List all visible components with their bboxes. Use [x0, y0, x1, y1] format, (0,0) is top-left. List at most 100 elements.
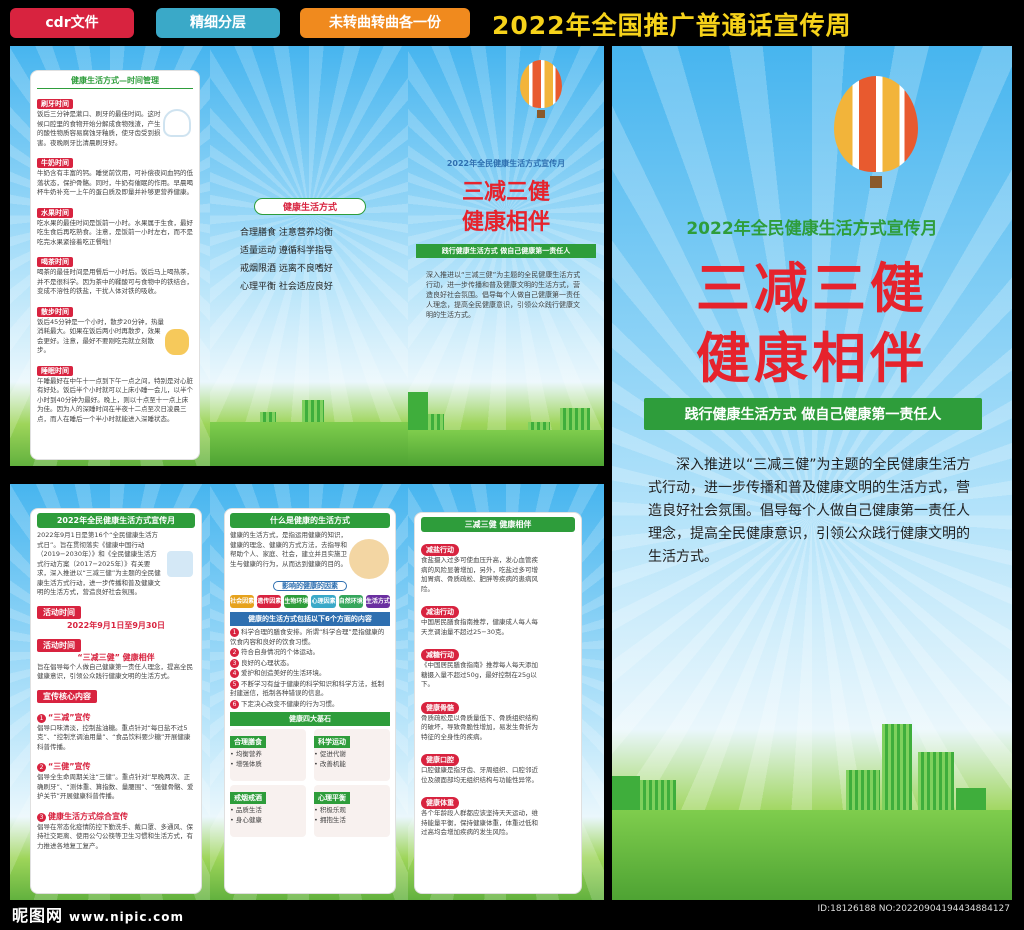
sanjian-text: 口腔健康是指牙齿、牙周组织、口腔邻近位及颌面部均无组织结构与功能性异常。	[421, 766, 538, 784]
sanjian-item: 健康口腔 口腔健康是指牙齿、牙周组织、口腔邻近位及颌面部均无组织结构与功能性异常。	[421, 747, 575, 785]
cover-small-slogan: 践行健康生活方式 做自己健康第一责任人	[416, 244, 596, 258]
time-text: 饭后三分钟是漱口、刷牙的最佳时间。这时候口腔里的食物开始分解成食物残渣，产生的酸…	[37, 110, 161, 147]
six-item: 3 良好的心理状态。	[230, 658, 390, 669]
stone-mental: 心理平衡 • 积极乐观 • 拥抱生活	[314, 785, 390, 837]
top-banner: cdr文件 精细分层 未转曲转曲各一份 2022年全国推广普通话宣传周	[0, 0, 1024, 46]
intro-body: 2022年9月1日是第16个“全民健康生活方式日”。旨在贯彻落实《健康中国行动（…	[37, 531, 161, 596]
point-text: 倡导全生命周期关注“三健”。重点针对“早晚两次、正确刷牙”、“测体重、算指数、量…	[37, 773, 194, 800]
tag-layered: 精细分层	[156, 8, 280, 38]
period-value: 2022年9月1日至9月30日	[66, 620, 166, 630]
sanjian-label: 健康骨骼	[421, 701, 459, 714]
cover-body: 深入推进以“三减三健”为主题的全民健康生活方式行动，进一步传播和普及健康文明的生…	[648, 457, 971, 565]
time-text: 牛奶含有丰富的钙。睡觉前饮用，可补偿夜间血钙的低落状态，保护骨骼。同时，牛奶有催…	[37, 169, 193, 196]
sanjian-label: 减油行动	[421, 606, 459, 618]
lifestyle-line: 戒烟限酒 远离不良嗜好	[240, 264, 333, 274]
cover-small-month: 2022年全民健康生活方式宣传月	[446, 159, 566, 168]
sanjian-item: 健康体重 各个年龄段人群都应该坚持天天运动，维持能量平衡，保持健康体重，体重过低和…	[421, 790, 575, 838]
time-label: 水果时间	[37, 207, 73, 218]
sanjian-item: 减糖行动 《中国居民膳食指南》推荐每人每天添加糖摄入量不超过50g，最好控制在25…	[421, 642, 575, 690]
theme-value: “三减三健” 健康相伴	[77, 652, 155, 662]
time-management-card: 健康生活方式—时间管理 刷牙时间 饭后三分钟是漱口、刷牙的最佳时间。这时候口腔里的…	[30, 70, 200, 460]
point-number: 3	[37, 812, 46, 822]
factor-badge: 心理因素	[311, 595, 336, 608]
what-body: 健康的生活方式，是指运用健康的知识，健康的理念、健康的方式方法，去指导和帮助个人…	[230, 531, 347, 568]
tag-curves: 未转曲转曲各一份	[300, 8, 470, 38]
sanjian-card: 三减三健 健康相伴 减盐行动 食盐摄入过多可使血压升高，发心血管疾病的风险显著增加…	[414, 512, 582, 894]
what-card: 什么是健康的生活方式 健康的生活方式，是指运用健康的知识，健康的理念、健康的方式…	[224, 508, 396, 894]
panel-cover-large: 2022年全民健康生活方式宣传月 三减三健 健康相伴 践行健康生活方式 做自己健…	[612, 46, 1012, 900]
sanjian-text: 中国居民膳食指南推荐，健康成人每人每天烹调油量不超过25−30克。	[421, 618, 538, 636]
factor-badge: 自然环境	[338, 595, 363, 608]
six-item: 5 不断学习有益于健康的科学知识和科学方法，抵制封建迷信，抵制各种错误的信息。	[230, 679, 384, 697]
sanjian-item: 减盐行动 食盐摄入过多可使血压升高，发心血管疾病的风险显著增加，另外，吃盐过多可增…	[421, 537, 575, 594]
cover-slogan: 践行健康生活方式 做自己健康第一责任人	[644, 398, 982, 430]
cover-small-title1: 三减三健	[461, 180, 550, 205]
time-label: 睡眠时间	[37, 365, 73, 376]
walking-person-icon	[165, 329, 189, 355]
sanjian-text: 《中国居民膳食指南》推荐每人每天添加糖摄入量不超过50g，最好控制在25g以下。	[421, 661, 538, 688]
intro-title: 2022年全民健康生活方式宣传月	[37, 513, 195, 528]
hot-air-balloon-icon	[834, 76, 918, 188]
cover-title2: 健康相伴	[696, 327, 928, 390]
point-title: “三减”宣传	[48, 712, 91, 722]
sanjian-label: 健康口腔	[421, 754, 459, 766]
sanjian-text: 食盐摄入过多可使血压升高，发心血管疾病的风险显著增加，另外，吃盐过多可增加胃病、…	[421, 556, 538, 593]
theme-body: 旨在倡导每个人做自己健康第一责任人理念，提高全民健康意识，引领公众践行健康文明的…	[37, 662, 193, 681]
lifestyle-line: 合理膳食 注意营养均衡	[240, 228, 333, 238]
cover-small-title2: 健康相伴	[461, 210, 550, 235]
sanjian-label: 减糖行动	[421, 649, 459, 661]
time-text: 喝茶的最佳时间是用餐后一小时后。饭后马上喝热茶，并不是很科学。因为茶中的鞣酸可与…	[37, 268, 193, 295]
lifestyle-line: 适量运动 遵循科学指导	[240, 246, 333, 256]
stone-exercise: 科学运动 • 促进代谢 • 改善机能	[314, 729, 390, 781]
image-id: ID:18126188 NO:20220904194434884127	[817, 904, 1011, 914]
cover-title1: 三减三健	[696, 257, 928, 320]
time-label: 散步时间	[37, 306, 73, 317]
six-item: 1 科学合理的膳食安排。所谓“科学合理”是指健康的饮食内容和良好的饮食习惯。	[230, 628, 385, 646]
point-number: 2	[37, 763, 46, 772]
point-number: 1	[37, 713, 46, 723]
cover-month: 2022年全民健康生活方式宣传月	[686, 219, 938, 239]
time-text: 午睡最好在中午十一点到下午一点之间，特别是对心脏有好处。饭后半个小时就可以上床小…	[37, 376, 193, 423]
sanjian-item: 健康骨骼 骨质疏松是以骨质量低下、骨质组织结构的破坏，导致骨脆性增加，易发生骨折为…	[421, 695, 575, 743]
time-label: 喝茶时间	[37, 257, 73, 267]
what-title: 什么是健康的生活方式	[230, 513, 390, 528]
sanjian-title: 三减三健 健康相伴	[421, 517, 575, 532]
point-text: 倡导在常态化疫情防控下勤洗手、戴口罩、多通风、保持社交距离、使用公勺公筷等卫生习…	[37, 822, 193, 850]
sanjian-text: 骨质疏松是以骨质量低下、骨质组织结构的破坏，导致骨脆性增加，易发生骨折为特征的全…	[421, 713, 538, 741]
theme-label: 活动时间	[37, 638, 81, 652]
time-text: 吃水果的最佳时间是饭前一小时。水果属于生食，最好吃生食后再吃熟食。注意，是饭前一…	[37, 218, 193, 246]
six-title: 健康的生活方式包括以下6个方面的内容	[230, 612, 390, 626]
six-item: 2 符合自身情况的个体运动。	[230, 648, 390, 658]
point-title: “三健”宣传	[48, 762, 91, 771]
stone-no-smoking: 戒烟戒酒 • 品质生活 • 身心健康	[230, 785, 306, 837]
point-text: 倡导口味清淡，控制盐油糖。重点针对“每日盐不过5克”、“控制烹调油用量”、“食品…	[37, 723, 191, 751]
family-icon	[349, 539, 389, 579]
factor-badge: 社会因素	[230, 595, 255, 608]
factors-title: 影响的健康的因素	[273, 581, 347, 591]
sanjian-label: 健康体重	[421, 797, 459, 809]
panel-intro: 2022年全民健康生活方式宣传月 2022年9月1日是第16个“全民健康生活方式…	[10, 484, 210, 900]
panel-time-management: 健康生活方式—时间管理 刷牙时间 饭后三分钟是漱口、刷牙的最佳时间。这时候口腔里的…	[10, 46, 210, 466]
cover-small-body: 深入推进以“三减三健”为主题的全民健康生活方式行动，进一步传播和普及健康文明的生…	[426, 271, 581, 319]
six-item: 6 下定决心改变不健康的行为习惯。	[230, 699, 390, 710]
lifestyle-title: 健康生活方式	[254, 198, 366, 215]
stones-title: 健康四大基石	[230, 712, 390, 726]
banner-headline: 2022年全国推广普通话宣传周	[492, 11, 852, 40]
factor-badge: 遗传因素	[257, 595, 282, 608]
tooth-icon	[163, 109, 191, 137]
time-label: 刷牙时间	[37, 99, 73, 109]
lifestyle-line: 心理平衡 社会适应良好	[240, 282, 333, 292]
panel-three-reductions: 三减三健 健康相伴 减盐行动 食盐摄入过多可使血压升高，发心血管疾病的风险显著增加…	[408, 484, 604, 900]
intro-card: 2022年全民健康生活方式宣传月 2022年9月1日是第16个“全民健康生活方式…	[30, 508, 202, 894]
sanjian-item: 减油行动 中国居民膳食指南推荐，健康成人每人每天烹调油量不超过25−30克。	[421, 599, 575, 637]
period-label: 活动时间	[37, 605, 81, 619]
tag-cdr-file: cdr文件	[10, 8, 134, 38]
stone-diet: 合理膳食 • 均衡营养 • 增强体质	[230, 729, 306, 781]
treadmill-icon	[167, 551, 193, 577]
factor-badge: 生物环境	[284, 595, 309, 608]
hot-air-balloon-icon	[520, 60, 562, 118]
factor-badge: 生活方式	[365, 595, 390, 608]
sanjian-label: 减盐行动	[421, 544, 459, 556]
point-title: 健康生活方式综合宣传	[48, 811, 128, 821]
panel-lifestyle: 健康生活方式 合理膳食 注意营养均衡 适量运动 遵循科学指导 戒烟限酒 远离不良…	[210, 46, 408, 466]
